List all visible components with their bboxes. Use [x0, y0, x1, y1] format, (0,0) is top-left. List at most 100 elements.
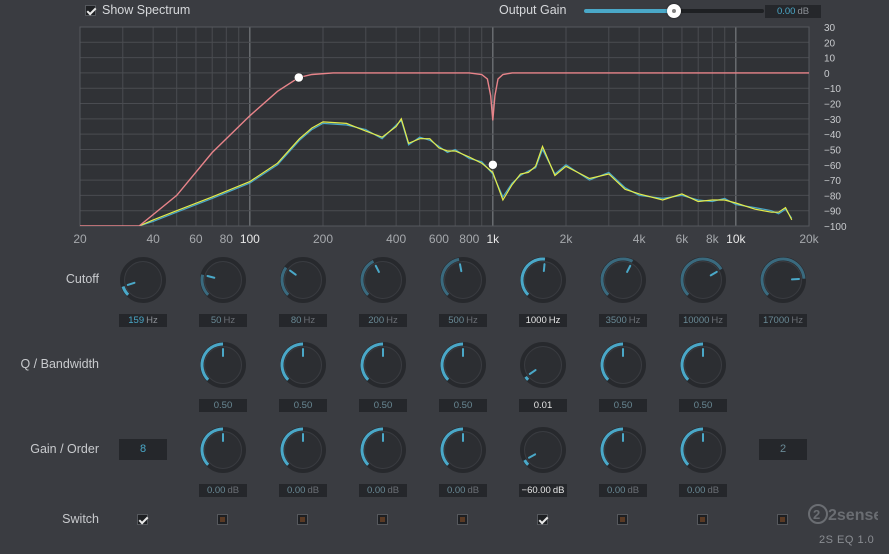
q-knob-band-5[interactable] — [438, 340, 488, 390]
x-tick-label: 8k — [706, 232, 720, 246]
gain-value-band-3[interactable]: 0.00 dB — [279, 484, 327, 497]
cutoff-knob-band-4[interactable] — [358, 255, 408, 305]
y-tick-label: 10 — [824, 54, 836, 65]
y-tick-label: −50 — [824, 145, 841, 156]
x-tick-label: 80 — [220, 232, 234, 246]
cutoff-knob-band-1[interactable] — [118, 255, 168, 305]
cutoff-value-band-7[interactable]: 3500 Hz — [599, 314, 647, 327]
top-bar: Show Spectrum Output Gain 0.00 dB — [0, 0, 889, 24]
gain-value-band-6[interactable]: −60.00 dB — [519, 484, 567, 497]
eq-band-handle-2[interactable] — [488, 160, 498, 170]
gain-knob-band-2[interactable] — [198, 425, 248, 475]
cutoff-value-band-3[interactable]: 80 Hz — [279, 314, 327, 327]
switch-band-7[interactable] — [617, 514, 628, 525]
cutoff-value-band-5[interactable]: 500 Hz — [439, 314, 487, 327]
y-tick-label: −20 — [824, 100, 841, 111]
gain-knob-band-3[interactable] — [278, 425, 328, 475]
cutoff-value-band-8-unit: Hz — [711, 315, 724, 326]
q-value-band-5[interactable]: 0.50 — [439, 399, 487, 412]
q-knob-band-7[interactable] — [598, 340, 648, 390]
q-knob-band-8[interactable] — [678, 340, 728, 390]
cutoff-value-band-1-number: 159 — [128, 315, 145, 326]
gain-value-band-2[interactable]: 0.00 dB — [199, 484, 247, 497]
output-gain-value[interactable]: 0.00 dB — [765, 5, 821, 18]
q-knob-band-3[interactable] — [278, 340, 328, 390]
cutoff-value-band-4[interactable]: 200 Hz — [359, 314, 407, 327]
gain-knob-band-7[interactable] — [598, 425, 648, 475]
x-tick-label: 4k — [633, 232, 647, 246]
q-knob-band-2[interactable] — [198, 340, 248, 390]
cutoff-value-band-9-number: 17000 — [762, 315, 790, 326]
brand-logo-mark: 2 2sense — [808, 504, 882, 524]
x-tick-label: 60 — [189, 232, 203, 246]
cutoff-knob-band-5[interactable] — [438, 255, 488, 305]
cutoff-value-band-5-number: 500 — [448, 315, 465, 326]
switch-band-8[interactable] — [697, 514, 708, 525]
switch-band-1[interactable] — [137, 514, 148, 525]
gain-row-label: Gain / Order — [30, 442, 99, 456]
cutoff-knob-band-9[interactable] — [758, 255, 808, 305]
q-value-band-4[interactable]: 0.50 — [359, 399, 407, 412]
q-knob-band-4[interactable] — [358, 340, 408, 390]
gain-value-band-7-unit: dB — [627, 485, 640, 496]
x-tick-label: 40 — [146, 232, 160, 246]
order-field-band-9[interactable]: 2 — [759, 439, 807, 460]
show-spectrum-label: Show Spectrum — [102, 3, 191, 17]
cutoff-value-band-9[interactable]: 17000 Hz — [759, 314, 807, 327]
eq-frequency-graph[interactable]: 20 40 60 80 100 200 400 600 800 1k 2k 4k 6k 8k 10k 20k3… — [0, 24, 889, 248]
q-value-band-8-number: 0.50 — [693, 400, 713, 411]
cutoff-knob-band-8[interactable] — [678, 255, 728, 305]
q-value-band-6-number: 0.01 — [533, 400, 553, 411]
switch-band-4[interactable] — [377, 514, 388, 525]
cutoff-knob-band-6[interactable] — [518, 255, 568, 305]
gain-value-band-5-unit: dB — [467, 485, 480, 496]
gain-value-band-2-number: 0.00 — [206, 485, 226, 496]
cutoff-value-band-1-unit: Hz — [146, 315, 158, 326]
cutoff-knob-band-7[interactable] — [598, 255, 648, 305]
q-knob-band-6[interactable] — [518, 340, 568, 390]
cutoff-knob-band-2[interactable] — [198, 255, 248, 305]
y-tick-label: −60 — [824, 161, 841, 172]
gain-value-band-4-number: 0.00 — [366, 485, 386, 496]
gain-knob-band-5[interactable] — [438, 425, 488, 475]
switch-band-9[interactable] — [777, 514, 788, 525]
cutoff-value-band-2[interactable]: 50 Hz — [199, 314, 247, 327]
x-tick-label: 20k — [799, 232, 819, 246]
order-field-band-1[interactable]: 8 — [119, 439, 167, 460]
q-value-band-3[interactable]: 0.50 — [279, 399, 327, 412]
cutoff-value-band-3-unit: Hz — [303, 315, 316, 326]
y-tick-label: 30 — [824, 24, 836, 34]
y-tick-label: −100 — [824, 222, 847, 233]
gain-value-band-4[interactable]: 0.00 dB — [359, 484, 407, 497]
cutoff-value-band-6[interactable]: 1000 Hz — [519, 314, 567, 327]
x-tick-label: 20 — [73, 232, 87, 246]
gain-knob-band-8[interactable] — [678, 425, 728, 475]
q-value-band-6[interactable]: 0.01 — [519, 399, 567, 412]
output-gain-slider[interactable] — [584, 4, 764, 18]
output-gain-slider-fill — [584, 9, 674, 13]
y-tick-label: 20 — [824, 38, 836, 49]
gain-value-band-7[interactable]: 0.00 dB — [599, 484, 647, 497]
switch-band-5[interactable] — [457, 514, 468, 525]
q-value-band-8[interactable]: 0.50 — [679, 399, 727, 412]
gain-knob-band-6[interactable] — [518, 425, 568, 475]
eq-band-handle-1[interactable] — [294, 72, 304, 83]
gain-knob-band-4[interactable] — [358, 425, 408, 475]
brand-logo: 2 2sense — [808, 502, 882, 530]
gain-value-band-5[interactable]: 0.00 dB — [439, 484, 487, 497]
cutoff-value-band-1[interactable]: 159 Hz — [119, 314, 167, 327]
y-tick-label: −40 — [824, 130, 841, 141]
switch-band-2[interactable] — [217, 514, 228, 525]
cutoff-value-band-8[interactable]: 10000 Hz — [679, 314, 727, 327]
q-row-label: Q / Bandwidth — [20, 357, 99, 371]
switch-band-6[interactable] — [537, 514, 548, 525]
gain-value-band-8[interactable]: 0.00 dB — [679, 484, 727, 497]
switch-band-3[interactable] — [297, 514, 308, 525]
q-value-band-7[interactable]: 0.50 — [599, 399, 647, 412]
show-spectrum-checkbox[interactable] — [85, 5, 96, 16]
output-gain-slider-thumb[interactable] — [667, 4, 681, 18]
q-value-band-2-number: 0.50 — [213, 400, 233, 411]
cutoff-knob-band-3[interactable] — [278, 255, 328, 305]
brand-logo-text: 2sense — [828, 507, 878, 524]
q-value-band-2[interactable]: 0.50 — [199, 399, 247, 412]
